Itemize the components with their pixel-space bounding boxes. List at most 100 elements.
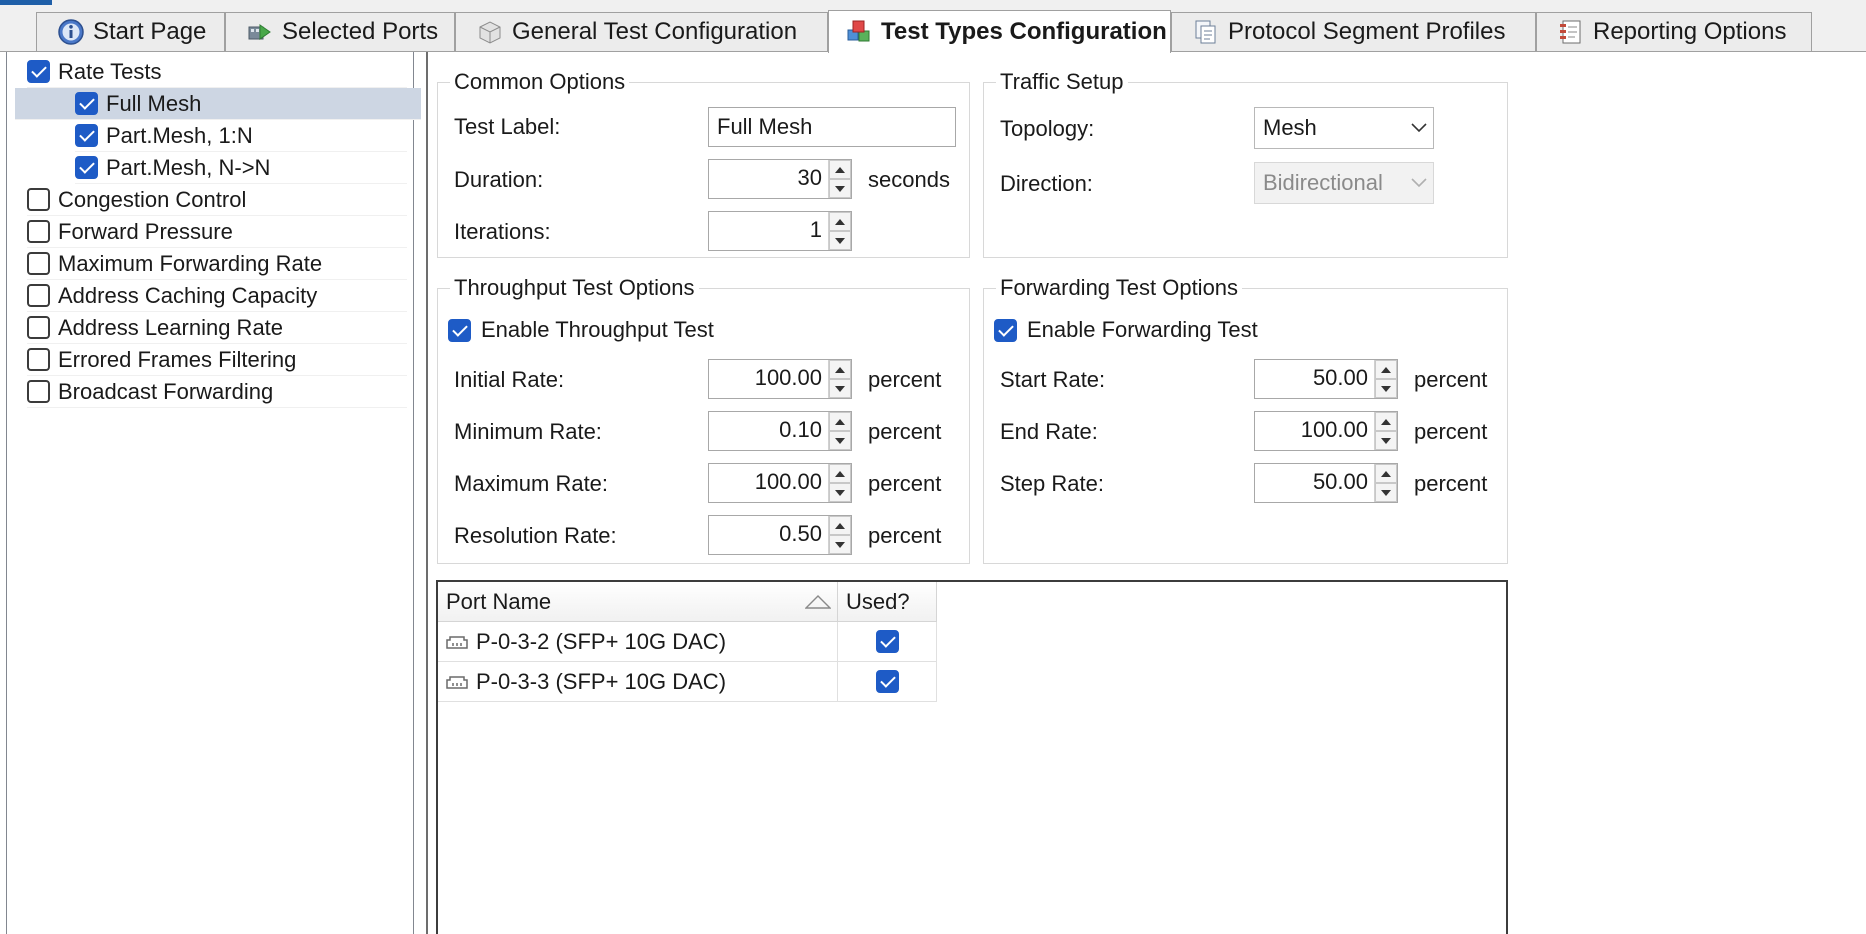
maximum-rate-value: 100.00	[754, 469, 822, 494]
maximum-rate-spinner[interactable]: 100.00	[708, 463, 852, 503]
direction-value: Bidirectional	[1263, 170, 1383, 195]
tree-checkbox[interactable]	[27, 188, 50, 211]
tab-protocol-segment-profiles[interactable]: Protocol Segment Profiles	[1171, 12, 1536, 51]
tree-item-label: Full Mesh	[106, 90, 202, 116]
report-icon	[1560, 20, 1581, 44]
topology-value: Mesh	[1263, 115, 1317, 140]
tree-item-part-mesh-1n[interactable]: Part.Mesh, 1:N	[75, 120, 407, 152]
tree-checkbox[interactable]	[27, 348, 50, 371]
test-label-input[interactable]	[708, 107, 956, 147]
spin-down-icon[interactable]	[829, 179, 851, 198]
tree-item-part-mesh-nn[interactable]: Part.Mesh, N->N	[75, 152, 407, 184]
checkbox[interactable]	[994, 318, 1017, 342]
port-icon	[446, 675, 468, 689]
enable-throughput-checkbox[interactable]: Enable Throughput Test	[448, 317, 714, 343]
tree-checkbox[interactable]	[27, 316, 50, 339]
tree-item-errored-frames-filtering[interactable]: Errored Frames Filtering	[27, 344, 407, 376]
tree-item-broadcast-forwarding[interactable]: Broadcast Forwarding	[27, 376, 407, 408]
end-rate-value: 100.00	[1300, 417, 1368, 442]
spin-down-icon[interactable]	[1375, 379, 1397, 398]
resolution-rate-value: 0.50	[779, 521, 822, 546]
tree-item-rate-tests[interactable]: Rate Tests	[27, 56, 407, 88]
spin-up-icon[interactable]	[1375, 464, 1397, 483]
tab-label: Selected Ports	[282, 18, 439, 45]
tab-label: General Test Configuration	[512, 18, 798, 45]
column-header-label: Port Name	[446, 588, 552, 614]
spin-up-icon[interactable]	[1375, 360, 1397, 379]
initial-rate-label: Initial Rate:	[454, 367, 565, 392]
iterations-label: Iterations:	[454, 219, 551, 244]
tree-checkbox[interactable]	[27, 60, 50, 83]
spin-down-icon[interactable]	[1375, 483, 1397, 502]
end-rate-unit: percent	[1414, 419, 1488, 444]
used-checkbox[interactable]	[875, 630, 899, 653]
step-rate-value: 50.00	[1312, 469, 1368, 494]
topology-dropdown[interactable]: Mesh	[1254, 107, 1434, 149]
spin-down-icon[interactable]	[829, 483, 851, 502]
used-checkbox[interactable]	[875, 670, 899, 693]
spin-up-icon[interactable]	[829, 160, 851, 179]
tree-checkbox[interactable]	[75, 156, 98, 179]
column-header-port-name[interactable]: Port Name	[438, 582, 838, 622]
start-rate-spinner[interactable]: 50.00	[1254, 359, 1398, 399]
tree-checkbox[interactable]	[27, 284, 50, 307]
tab-reporting-options[interactable]: Reporting Options	[1536, 12, 1812, 51]
resolution-rate-spinner[interactable]: 0.50	[708, 515, 852, 555]
test-label-label: Test Label:	[454, 114, 561, 139]
used-cell	[838, 662, 937, 701]
tab-general-test-configuration[interactable]: General Test Configuration	[455, 12, 828, 51]
spin-down-icon[interactable]	[829, 535, 851, 554]
tab-strip: Start Page Selected Ports General Test C…	[0, 0, 1866, 53]
minimum-rate-spinner[interactable]: 0.10	[708, 411, 852, 451]
step-rate-spinner[interactable]: 50.00	[1254, 463, 1398, 503]
maximum-rate-unit: percent	[868, 471, 942, 496]
table-row[interactable]: P-0-3-2 (SFP+ 10G DAC)	[438, 622, 937, 662]
tree-item-label: Broadcast Forwarding	[58, 378, 274, 404]
spin-down-icon[interactable]	[829, 379, 851, 398]
end-rate-spinner[interactable]: 100.00	[1254, 411, 1398, 451]
spin-up-icon[interactable]	[829, 412, 851, 431]
spin-up-icon[interactable]	[829, 516, 851, 535]
initial-rate-value: 100.00	[754, 365, 822, 390]
initial-rate-spinner[interactable]: 100.00	[708, 359, 852, 399]
tree-checkbox[interactable]	[27, 252, 50, 275]
tree-item-label: Errored Frames Filtering	[58, 346, 297, 372]
panel-splitter[interactable]	[426, 52, 428, 934]
tree-item-full-mesh[interactable]: Full Mesh	[15, 88, 421, 120]
tree-checkbox[interactable]	[75, 124, 98, 147]
tree-checkbox[interactable]	[27, 220, 50, 243]
minimum-rate-label: Minimum Rate:	[454, 419, 602, 444]
tree-item-forward-pressure[interactable]: Forward Pressure	[27, 216, 407, 248]
port-icon	[446, 635, 468, 649]
enable-forwarding-checkbox[interactable]: Enable Forwarding Test	[994, 317, 1258, 343]
initial-rate-unit: percent	[868, 367, 942, 392]
iterations-spinner[interactable]: 1	[708, 211, 852, 251]
tab-selected-ports[interactable]: Selected Ports	[225, 12, 455, 51]
spin-up-icon[interactable]	[829, 464, 851, 483]
spin-up-icon[interactable]	[829, 360, 851, 379]
column-header-used[interactable]: Used?	[838, 582, 937, 622]
start-rate-label: Start Rate:	[1000, 367, 1106, 392]
duration-spinner[interactable]: 30	[708, 159, 852, 199]
tree-item-address-learning-rate[interactable]: Address Learning Rate	[27, 312, 407, 344]
spin-up-icon[interactable]	[1375, 412, 1397, 431]
tab-start-page[interactable]: Start Page	[36, 12, 225, 51]
spin-down-icon[interactable]	[829, 431, 851, 450]
spin-down-icon[interactable]	[829, 231, 851, 250]
tab-label: Reporting Options	[1593, 18, 1787, 45]
spin-down-icon[interactable]	[1375, 431, 1397, 450]
tree-checkbox[interactable]	[27, 380, 50, 403]
table-row[interactable]: P-0-3-3 (SFP+ 10G DAC)	[438, 662, 937, 702]
tree-item-address-caching-capacity[interactable]: Address Caching Capacity	[27, 280, 407, 312]
tree-item-label: Forward Pressure	[58, 218, 233, 244]
group-title: Forwarding Test Options	[996, 275, 1243, 301]
tab-test-types-configuration[interactable]: Test Types Configuration	[828, 10, 1171, 53]
enable-forwarding-label: Enable Forwarding Test	[1027, 317, 1258, 342]
tree-checkbox[interactable]	[75, 92, 98, 115]
tree-item-maximum-forwarding-rate[interactable]: Maximum Forwarding Rate	[27, 248, 407, 280]
chevron-down-icon	[1405, 178, 1433, 188]
group-title: Common Options	[450, 69, 630, 95]
tree-item-congestion-control[interactable]: Congestion Control	[27, 184, 407, 216]
spin-up-icon[interactable]	[829, 212, 851, 231]
checkbox[interactable]	[448, 318, 471, 342]
